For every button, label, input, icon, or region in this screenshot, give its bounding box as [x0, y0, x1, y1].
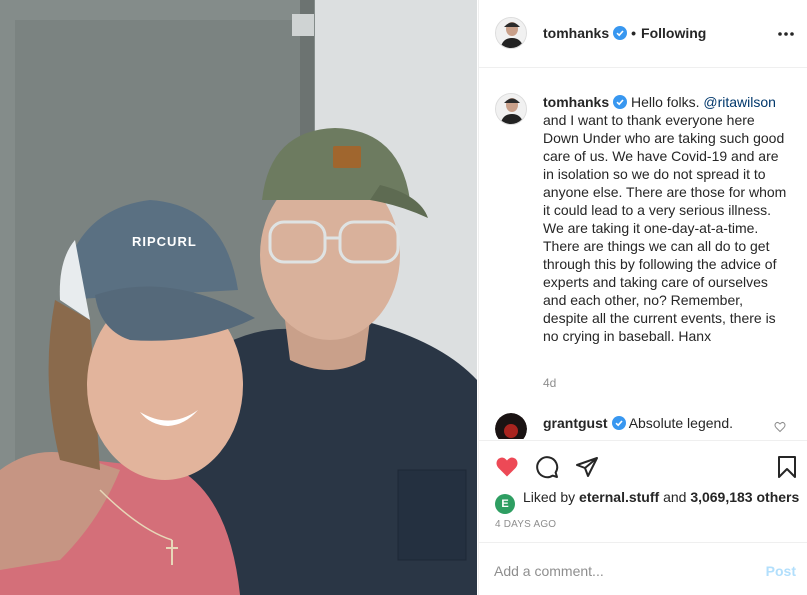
- mention-link[interactable]: @ritawilson: [703, 94, 776, 110]
- selfie-photo: RIPCURL: [0, 0, 477, 595]
- comment-username[interactable]: grantgust: [543, 415, 608, 431]
- following-button[interactable]: Following: [641, 25, 706, 41]
- more-options-icon[interactable]: [776, 24, 796, 44]
- save-bookmark-icon[interactable]: [776, 455, 798, 479]
- likes-count-link[interactable]: 3,069,183 others: [690, 489, 799, 505]
- add-comment-input[interactable]: Add a comment...: [494, 563, 604, 579]
- comments-section[interactable]: tomhanks Hello folks. @ritawilson and I …: [479, 69, 807, 439]
- caption-avatar[interactable]: [495, 93, 527, 125]
- share-icon[interactable]: [575, 455, 599, 479]
- liked-by-prefix: Liked by: [523, 489, 576, 505]
- liked-connector: and: [663, 489, 687, 505]
- comment-avatar[interactable]: [495, 413, 527, 439]
- verified-badge-icon: [613, 26, 628, 40]
- liked-by-row: E Liked by eternal.stuff and 3,069,183 ot…: [495, 489, 799, 514]
- post-button[interactable]: Post: [766, 563, 796, 579]
- username[interactable]: tomhanks: [543, 25, 609, 41]
- like-heart-icon[interactable]: [495, 455, 519, 479]
- verified-badge-icon: [611, 416, 626, 430]
- cap-logo-text: RIPCURL: [132, 234, 197, 249]
- caption-username[interactable]: tomhanks: [543, 94, 609, 110]
- post-caption: tomhanks Hello folks. @ritawilson and I …: [543, 93, 791, 345]
- caption-text-rest: and I want to thank everyone here Down U…: [543, 112, 787, 344]
- avatar[interactable]: [495, 17, 527, 49]
- post-photo[interactable]: RIPCURL: [0, 0, 477, 595]
- comment-row: grantgust Absolute legend.: [543, 415, 733, 431]
- caption-age[interactable]: 4d: [543, 376, 556, 390]
- verified-badge-icon: [613, 95, 628, 109]
- liker-username[interactable]: eternal.stuff: [579, 489, 659, 505]
- add-comment-bar: Add a comment... Post: [479, 542, 807, 595]
- post-panel: tomhanks • Following tomhanks Hello folks.…: [478, 0, 807, 595]
- comment-text: Absolute legend.: [628, 415, 733, 431]
- comment-icon[interactable]: [535, 455, 559, 479]
- post-date[interactable]: 4 DAYS AGO: [495, 519, 556, 530]
- caption-text-start: Hello folks.: [631, 94, 704, 110]
- comment-like-heart-icon[interactable]: [774, 421, 786, 433]
- separator-dot: •: [631, 25, 637, 41]
- liker-avatar[interactable]: E: [495, 494, 515, 514]
- post-header: tomhanks • Following: [479, 0, 807, 68]
